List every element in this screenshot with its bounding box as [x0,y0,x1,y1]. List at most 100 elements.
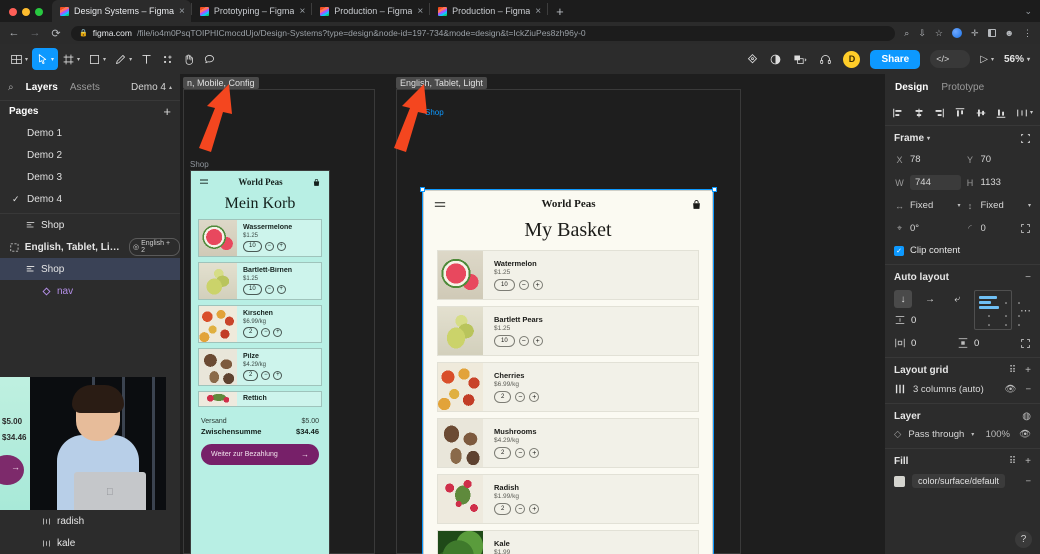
resize-handle-tl[interactable] [420,187,425,192]
quantity-stepper[interactable]: 2 − + [243,326,321,338]
dev-mode-toggle[interactable]: </> [930,50,971,68]
quantity-stepper[interactable]: 2 − + [243,369,321,381]
distribute-menu[interactable]: ▾ [1016,107,1033,119]
width-field[interactable]: W 744 [894,174,961,191]
auto-layout-alignment-pad[interactable] [974,290,1020,330]
decrement-button[interactable]: − [515,448,526,458]
help-button[interactable]: ? [1015,531,1032,548]
chevron-down-icon[interactable]: ▾ [927,135,930,142]
fill-settings-icon[interactable]: ⠿ [1009,456,1016,467]
expand-icon[interactable] [1020,133,1031,144]
grid-settings-icon[interactable]: ⠿ [1009,365,1016,376]
side-panel-icon[interactable] [987,29,996,37]
increment-button[interactable]: + [273,370,283,380]
hand-tool-button[interactable] [178,48,199,70]
wrap-button[interactable]: ⤶ [948,290,966,308]
remove-grid-button[interactable]: − [1025,384,1031,395]
add-fill-button[interactable]: + [1025,456,1031,467]
layer-row[interactable]: nav [0,280,180,302]
page-selector[interactable]: Demo 4 ▴ [131,82,172,93]
move-tool-button[interactable]: ▾ [32,48,59,70]
layer-row[interactable]: Shop [0,214,180,236]
headphones-icon[interactable] [818,53,833,66]
browser-tab-3[interactable]: Production – Figma × [430,0,547,22]
increment-button[interactable]: + [532,280,543,290]
decrement-button[interactable]: − [264,284,274,294]
vertical-resizing-select[interactable]: ↕ Fixed ▾ [965,197,1031,214]
basket-item[interactable]: Bartlett Pears $1.25 10 − + [437,306,699,356]
increment-button[interactable]: + [529,392,540,402]
page-item-demo-1[interactable]: Demo 1 [0,122,180,144]
increment-button[interactable]: + [273,327,283,337]
bookmark-star-icon[interactable]: ☆ [935,28,943,39]
decrement-button[interactable]: − [518,336,529,346]
close-tab-icon[interactable]: × [535,6,541,17]
plugin-icon[interactable] [746,53,759,66]
decrement-button[interactable]: − [515,504,526,514]
align-left-icon[interactable] [892,107,904,119]
layer-row[interactable]: radish [0,510,180,532]
browser-tab-1[interactable]: Prototyping – Figma × [192,0,311,22]
direction-vertical-button[interactable]: ↓ [894,290,912,308]
close-tab-icon[interactable]: × [417,6,423,17]
quantity-stepper[interactable]: 2 − + [494,391,698,403]
extensions-icon[interactable]: ✛ [971,28,979,39]
layer-row[interactable]: kale [0,532,180,554]
basket-item[interactable]: Wassermelone $1.25 10 − + [198,219,322,257]
advanced-layout-icon[interactable] [1020,338,1031,349]
horizontal-resizing-select[interactable]: ↔ Fixed ▾ [894,197,961,214]
align-vertical-center-icon[interactable] [975,107,987,119]
checkout-button[interactable]: Weiter zur Bezahlung → [201,444,319,465]
remove-fill-button[interactable]: − [1025,476,1031,487]
tab-design[interactable]: Design [895,82,928,93]
increment-button[interactable]: + [529,448,540,458]
rotation-field[interactable]: ⌖ 0° [894,220,961,237]
add-page-button[interactable]: + [163,104,171,119]
maximize-window-button[interactable] [35,8,43,16]
basket-item[interactable]: Cherries $6.99/kg 2 − + [437,362,699,412]
browser-tab-0[interactable]: Design Systems – Figma × [52,0,191,22]
mobile-frame-german[interactable]: World Peas Mein Korb Wassermelone $1.25 … [190,170,330,554]
layer-row[interactable]: English, Tablet, Light ◎ English + 2 [0,236,180,258]
forward-button[interactable]: → [29,27,41,39]
increment-button[interactable]: + [529,504,540,514]
decrement-button[interactable]: − [515,392,526,402]
basket-item[interactable]: Pilze $4.29/kg 2 − + [198,348,322,386]
quantity-stepper[interactable]: 2 − + [494,447,698,459]
contrast-icon[interactable] [769,53,782,66]
avatar[interactable]: D [843,50,861,68]
align-right-icon[interactable] [933,107,945,119]
frame-label-shop-mobile[interactable]: Shop [190,160,209,169]
resize-handle-tr[interactable] [712,187,717,192]
clip-content-checkbox[interactable]: ✓ [894,245,904,256]
window-traffic-lights[interactable] [0,8,52,22]
basket-item[interactable]: Mushrooms $4.29/kg 2 − + [437,418,699,468]
quantity-stepper[interactable]: 2 − + [494,503,698,515]
decrement-button[interactable]: − [261,327,271,337]
close-window-button[interactable] [9,8,17,16]
layer-row-selected[interactable]: Shop [0,258,180,280]
close-tab-icon[interactable]: × [299,6,305,17]
pen-tool-button[interactable]: ▾ [110,48,136,70]
present-button[interactable]: ▷ ▾ [980,54,994,65]
increment-button[interactable]: + [276,284,286,294]
fill-color-swatch[interactable] [894,475,905,487]
collapse-auto-layout-button[interactable]: − [1025,272,1031,283]
frame-label-shop-tablet[interactable]: Shop [425,108,444,117]
blend-mode-row[interactable]: ◇ Pass through ▾ 100% 👁 [894,429,1031,440]
quantity-stepper[interactable]: 10 − + [243,240,321,252]
new-tab-button[interactable]: + [548,4,572,22]
variables-icon[interactable] [792,53,808,66]
quantity-stepper[interactable]: 10 − + [494,335,698,347]
page-item-demo-4[interactable]: ✓ Demo 4 [0,188,180,210]
profile-icon[interactable] [951,28,962,38]
more-options-icon[interactable]: ⋯ [1020,304,1031,317]
basket-item[interactable]: Kirschen $6.99/kg 2 − + [198,305,322,343]
decrement-button[interactable]: − [264,241,274,251]
frame-tag-english-tablet-light[interactable]: English, Tablet, Light [396,77,487,89]
height-field[interactable]: H 1133 [965,174,1032,191]
tab-prototype[interactable]: Prototype [941,82,984,93]
direction-horizontal-button[interactable]: → [921,290,939,308]
decrement-button[interactable]: − [261,370,271,380]
gap-field[interactable]: 0 [894,314,966,326]
